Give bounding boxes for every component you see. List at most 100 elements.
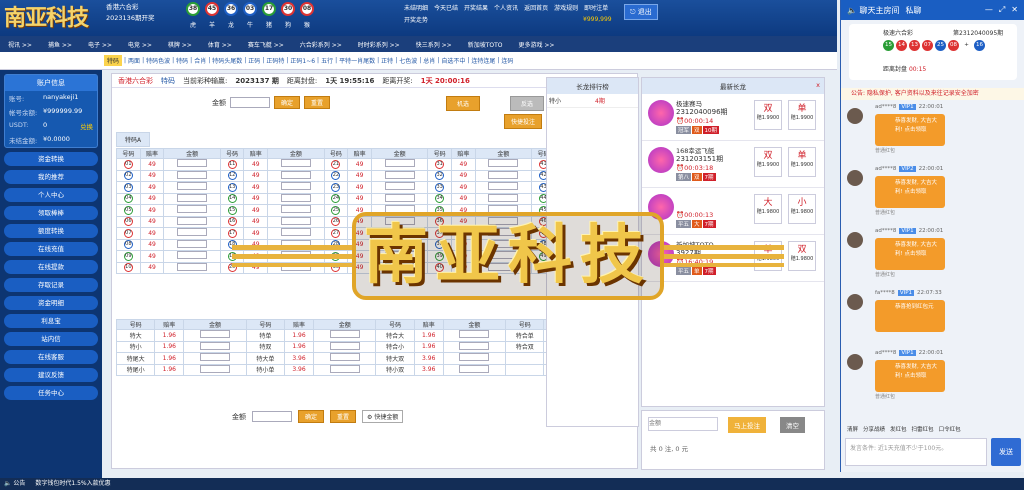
sub-tab[interactable]: 特码 [176, 56, 188, 65]
avatar[interactable] [847, 294, 863, 310]
side-amount-input[interactable] [329, 341, 360, 350]
number-amount-input[interactable] [280, 251, 311, 259]
nav-2[interactable]: 个人中心 [4, 188, 98, 202]
sub-tab[interactable]: 总肖 [423, 56, 435, 65]
chat-tool[interactable]: 分享战绩 [863, 425, 885, 433]
sub-tab[interactable]: 五行 [321, 56, 333, 65]
number-amount-input[interactable] [384, 205, 415, 213]
minimize-icon[interactable]: — [985, 5, 993, 15]
room-tab[interactable]: 🔈 聊天主房间 [847, 5, 900, 16]
number-amount-input[interactable] [488, 193, 519, 202]
card-bet-2[interactable]: 单赔1.9900 [788, 147, 816, 177]
nav-7[interactable]: 存取记录 [4, 278, 98, 292]
number-amount-input[interactable] [488, 170, 519, 179]
number-amount-input[interactable] [280, 239, 311, 248]
side-amount-input[interactable] [199, 330, 230, 338]
number-amount-input[interactable] [177, 239, 208, 248]
amount-input[interactable] [230, 97, 270, 108]
number-amount-input[interactable] [384, 170, 415, 179]
nav-4[interactable]: 额度转换 [4, 224, 98, 238]
sub-tab[interactable]: 自选不中 [441, 56, 465, 65]
top-link[interactable]: 即时注单 [584, 3, 608, 12]
nav-10[interactable]: 站内信 [4, 332, 98, 346]
menu-item[interactable]: 视讯 >> [0, 36, 40, 52]
menu-item[interactable]: 体育 >> [200, 36, 240, 52]
avatar[interactable] [847, 232, 863, 248]
number-amount-input[interactable] [280, 159, 311, 167]
bet-tab[interactable]: 特码 [161, 76, 175, 86]
number-amount-input[interactable] [384, 159, 415, 167]
number-amount-input[interactable] [384, 239, 415, 248]
close-chat-icon[interactable]: ✕ [1011, 5, 1018, 15]
sub-tab[interactable]: 正特 [381, 56, 393, 65]
side-amount-input[interactable] [459, 341, 490, 350]
quick-bet-button[interactable]: 快捷投注 [504, 114, 543, 129]
number-amount-input[interactable] [280, 205, 311, 213]
number-amount-input[interactable] [384, 262, 415, 271]
menu-item[interactable]: 棋牌 >> [160, 36, 200, 52]
nav-0[interactable]: 资金转换 [4, 152, 98, 166]
slip-amount-input[interactable] [648, 417, 718, 431]
number-amount-input[interactable] [177, 182, 208, 190]
number-amount-input[interactable] [488, 228, 519, 236]
side-amount-input[interactable] [329, 353, 360, 361]
side-amount-input[interactable] [459, 353, 490, 361]
sub-tab[interactable]: 特码 [104, 55, 123, 66]
card-bet-1[interactable]: 单赔1.9800 [754, 241, 782, 271]
number-amount-input[interactable] [488, 205, 519, 213]
card-bet-1[interactable]: 双赔1.9900 [754, 100, 782, 130]
side-amount-input[interactable] [199, 341, 230, 350]
card-bet-2[interactable]: 小赔1.9800 [788, 194, 816, 224]
number-amount-input[interactable] [280, 216, 311, 225]
number-amount-input[interactable] [177, 251, 208, 259]
number-amount-input[interactable] [177, 193, 208, 202]
top-link[interactable]: 游戏规则 [554, 3, 578, 12]
number-amount-input[interactable] [177, 262, 208, 271]
number-amount-input[interactable] [488, 251, 519, 259]
top-link[interactable]: 个人资讯 [494, 3, 518, 12]
avatar[interactable] [847, 354, 863, 370]
red-envelope[interactable]: 恭喜发财, 大吉大利! 点击领取 [875, 114, 945, 146]
top-link[interactable]: 今天已结 [434, 3, 458, 12]
number-amount-input[interactable] [280, 228, 311, 236]
number-amount-input[interactable] [384, 193, 415, 202]
nav-9[interactable]: 利息宝 [4, 314, 98, 328]
red-envelope[interactable]: 恭喜发财, 大吉大利! 点击领取 [875, 360, 945, 392]
reverse-button[interactable]: 反选 [510, 96, 545, 111]
card-bet-2[interactable]: 单赔1.9900 [788, 100, 816, 130]
submit-bet-button[interactable]: 马上投注 [728, 417, 766, 433]
send-button[interactable]: 发送 [991, 438, 1021, 466]
number-amount-input[interactable] [177, 170, 208, 179]
sub-tab[interactable]: 两面 [128, 56, 140, 65]
card-bet-1[interactable]: 双赔1.9900 [754, 147, 782, 177]
menu-item[interactable]: 快三系列 >> [408, 36, 460, 52]
close-icon[interactable]: x [816, 81, 820, 89]
number-amount-input[interactable] [280, 262, 311, 271]
side-amount-input[interactable] [329, 330, 360, 338]
number-amount-input[interactable] [488, 239, 519, 248]
number-amount-input[interactable] [384, 228, 415, 236]
sub-tab[interactable]: 特码色波 [146, 56, 170, 65]
usdt-exchange[interactable]: 兑换 [80, 121, 93, 131]
chat-tool[interactable]: 发红包 [890, 425, 907, 433]
menu-item[interactable]: 更多游戏 >> [510, 36, 562, 52]
chat-tool[interactable]: 扫雷红包 [912, 425, 934, 433]
sheet-tab[interactable]: 特码A [116, 132, 151, 147]
number-amount-input[interactable] [384, 251, 415, 259]
sub-tab[interactable]: 正码特 [266, 56, 284, 65]
avatar[interactable] [847, 108, 863, 124]
expand-icon[interactable]: ⤢ [999, 5, 1005, 15]
number-amount-input[interactable] [177, 216, 208, 225]
nav-3[interactable]: 领取棒棒 [4, 206, 98, 220]
number-amount-input[interactable] [488, 262, 519, 271]
card-bet-1[interactable]: 大赔1.9800 [754, 194, 782, 224]
top-link[interactable]: 未结明细 [404, 3, 428, 12]
nav-1[interactable]: 我的推荐 [4, 170, 98, 184]
sub-tab[interactable]: 连码 [501, 56, 513, 65]
random-button[interactable]: 机选 [446, 96, 481, 111]
number-amount-input[interactable] [177, 228, 208, 236]
number-amount-input[interactable] [280, 170, 311, 179]
number-amount-input[interactable] [177, 159, 208, 167]
number-amount-input[interactable] [488, 159, 519, 167]
number-amount-input[interactable] [384, 182, 415, 190]
